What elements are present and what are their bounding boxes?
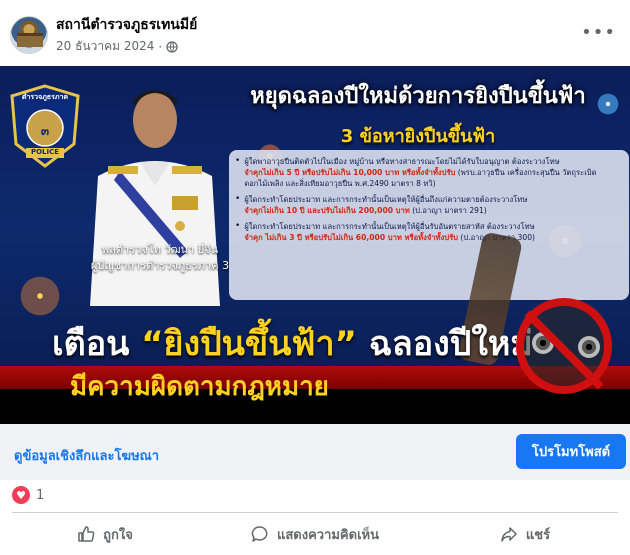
rule-text: ผู้ใดพาอาวุธปืนติดตัวไปในเมือง หมู่บ้าน … xyxy=(244,157,560,166)
warning-prefix: เตือน xyxy=(52,324,142,364)
rule-penalty: จำคุกไม่เกิน 5 ปี หรือปรับไม่เกิน 10,000… xyxy=(244,168,456,177)
comment-icon xyxy=(251,526,268,542)
post-header: สถานีตำรวจภูธรเทนมีย์ 20 ธันวาคม 2024 · … xyxy=(0,0,630,66)
badge-top-text: ตำรวจภูธรภาค xyxy=(21,93,69,101)
rule-item: • ผู้ใดกระทำโดยประมาท และการกระทำนั้นเป็… xyxy=(235,194,528,215)
badge-bottom-text: POLICE xyxy=(30,148,60,156)
rules-box: • ผู้ใดพาอาวุธปืนติดตัวไปในเมือง หมู่บ้า… xyxy=(229,150,629,300)
reaction-count: 1 xyxy=(36,487,45,503)
post-actions: ถูกใจ แสดงความคิดเห็น แชร์ xyxy=(0,514,630,554)
globe-icon[interactable] xyxy=(166,40,178,53)
divider xyxy=(12,512,618,513)
page-avatar[interactable] xyxy=(10,16,48,54)
rule-penalty: จำคุก ไม่เกิน 3 ปี หรือปรับไม่เกิน 60,00… xyxy=(244,233,458,242)
bullet-hole-icon xyxy=(578,336,600,358)
rule-law: (ป.อาญา มาตรา 291) xyxy=(412,206,487,215)
share-icon xyxy=(501,527,517,542)
thumbs-up-icon xyxy=(78,526,95,542)
post-date[interactable]: 20 ธันวาคม 2024 xyxy=(56,37,154,56)
reactions-summary[interactable]: ♥ 1 xyxy=(12,486,44,504)
post-meta: 20 ธันวาคม 2024 · xyxy=(56,37,178,56)
page-name[interactable]: สถานีตำรวจภูธรเทนมีย์ xyxy=(56,14,197,36)
comment-button[interactable]: แสดงความคิดเห็น xyxy=(210,514,420,554)
like-button[interactable]: ถูกใจ xyxy=(0,514,210,554)
warning-line-2: มีความผิดตามกฎหมาย xyxy=(70,372,329,402)
more-options-icon[interactable]: ••• xyxy=(581,22,616,43)
rule-item: • ผู้ใดพาอาวุธปืนติดตัวไปในเมือง หมู่บ้า… xyxy=(235,156,597,188)
warning-quote: “ยิงปืนขึ้นฟ้า” xyxy=(141,324,357,364)
rule-item: • ผู้ใดกระทำโดยประมาท และการกระทำนั้นเป็… xyxy=(235,221,536,242)
share-label: แชร์ xyxy=(525,527,551,543)
warning-line-1: เตือน “ยิงปืนขึ้นฟ้า” ฉลองปีใหม่ xyxy=(52,316,533,370)
comment-label: แสดงความคิดเห็น xyxy=(276,527,379,543)
heart-icon: ♥ xyxy=(12,486,30,504)
rule-text: ผู้ใดกระทำโดยประมาท และการกระทำนั้นเป็นเ… xyxy=(244,195,528,204)
share-button[interactable]: แชร์ xyxy=(420,514,630,554)
badge-number: ๓ xyxy=(40,124,50,138)
insights-bar: ดูข้อมูลเชิงลึกและโฆษณา โปรโมทโพสต์ xyxy=(0,424,630,480)
rule-penalty: จำคุกไม่เกิน 10 ปี และปรับไม่เกิน 200,00… xyxy=(244,206,410,215)
like-label: ถูกใจ xyxy=(103,527,133,543)
rule-text: ผู้ใดกระทำโดยประมาท และการกระทำนั้นเป็นเ… xyxy=(244,222,535,231)
post-image[interactable]: ตำรวจภูธรภาค ๓ POLICE พลตำรวจโท วัฒนา ยี… xyxy=(0,66,630,424)
warning-suffix: ฉลองปีใหม่ xyxy=(356,324,533,364)
prohibited-icon xyxy=(516,298,612,394)
boost-post-button[interactable]: โปรโมทโพสต์ xyxy=(516,434,626,469)
view-insights-link[interactable]: ดูข้อมูลเชิงลึกและโฆษณา xyxy=(14,445,159,466)
banner-title: หยุดฉลองปีใหม่ด้วยการยิงปืนขึ้นฟ้า xyxy=(250,84,586,109)
banner-subtitle: 3 ข้อหายิงปืนขึ้นฟ้า xyxy=(340,126,496,147)
